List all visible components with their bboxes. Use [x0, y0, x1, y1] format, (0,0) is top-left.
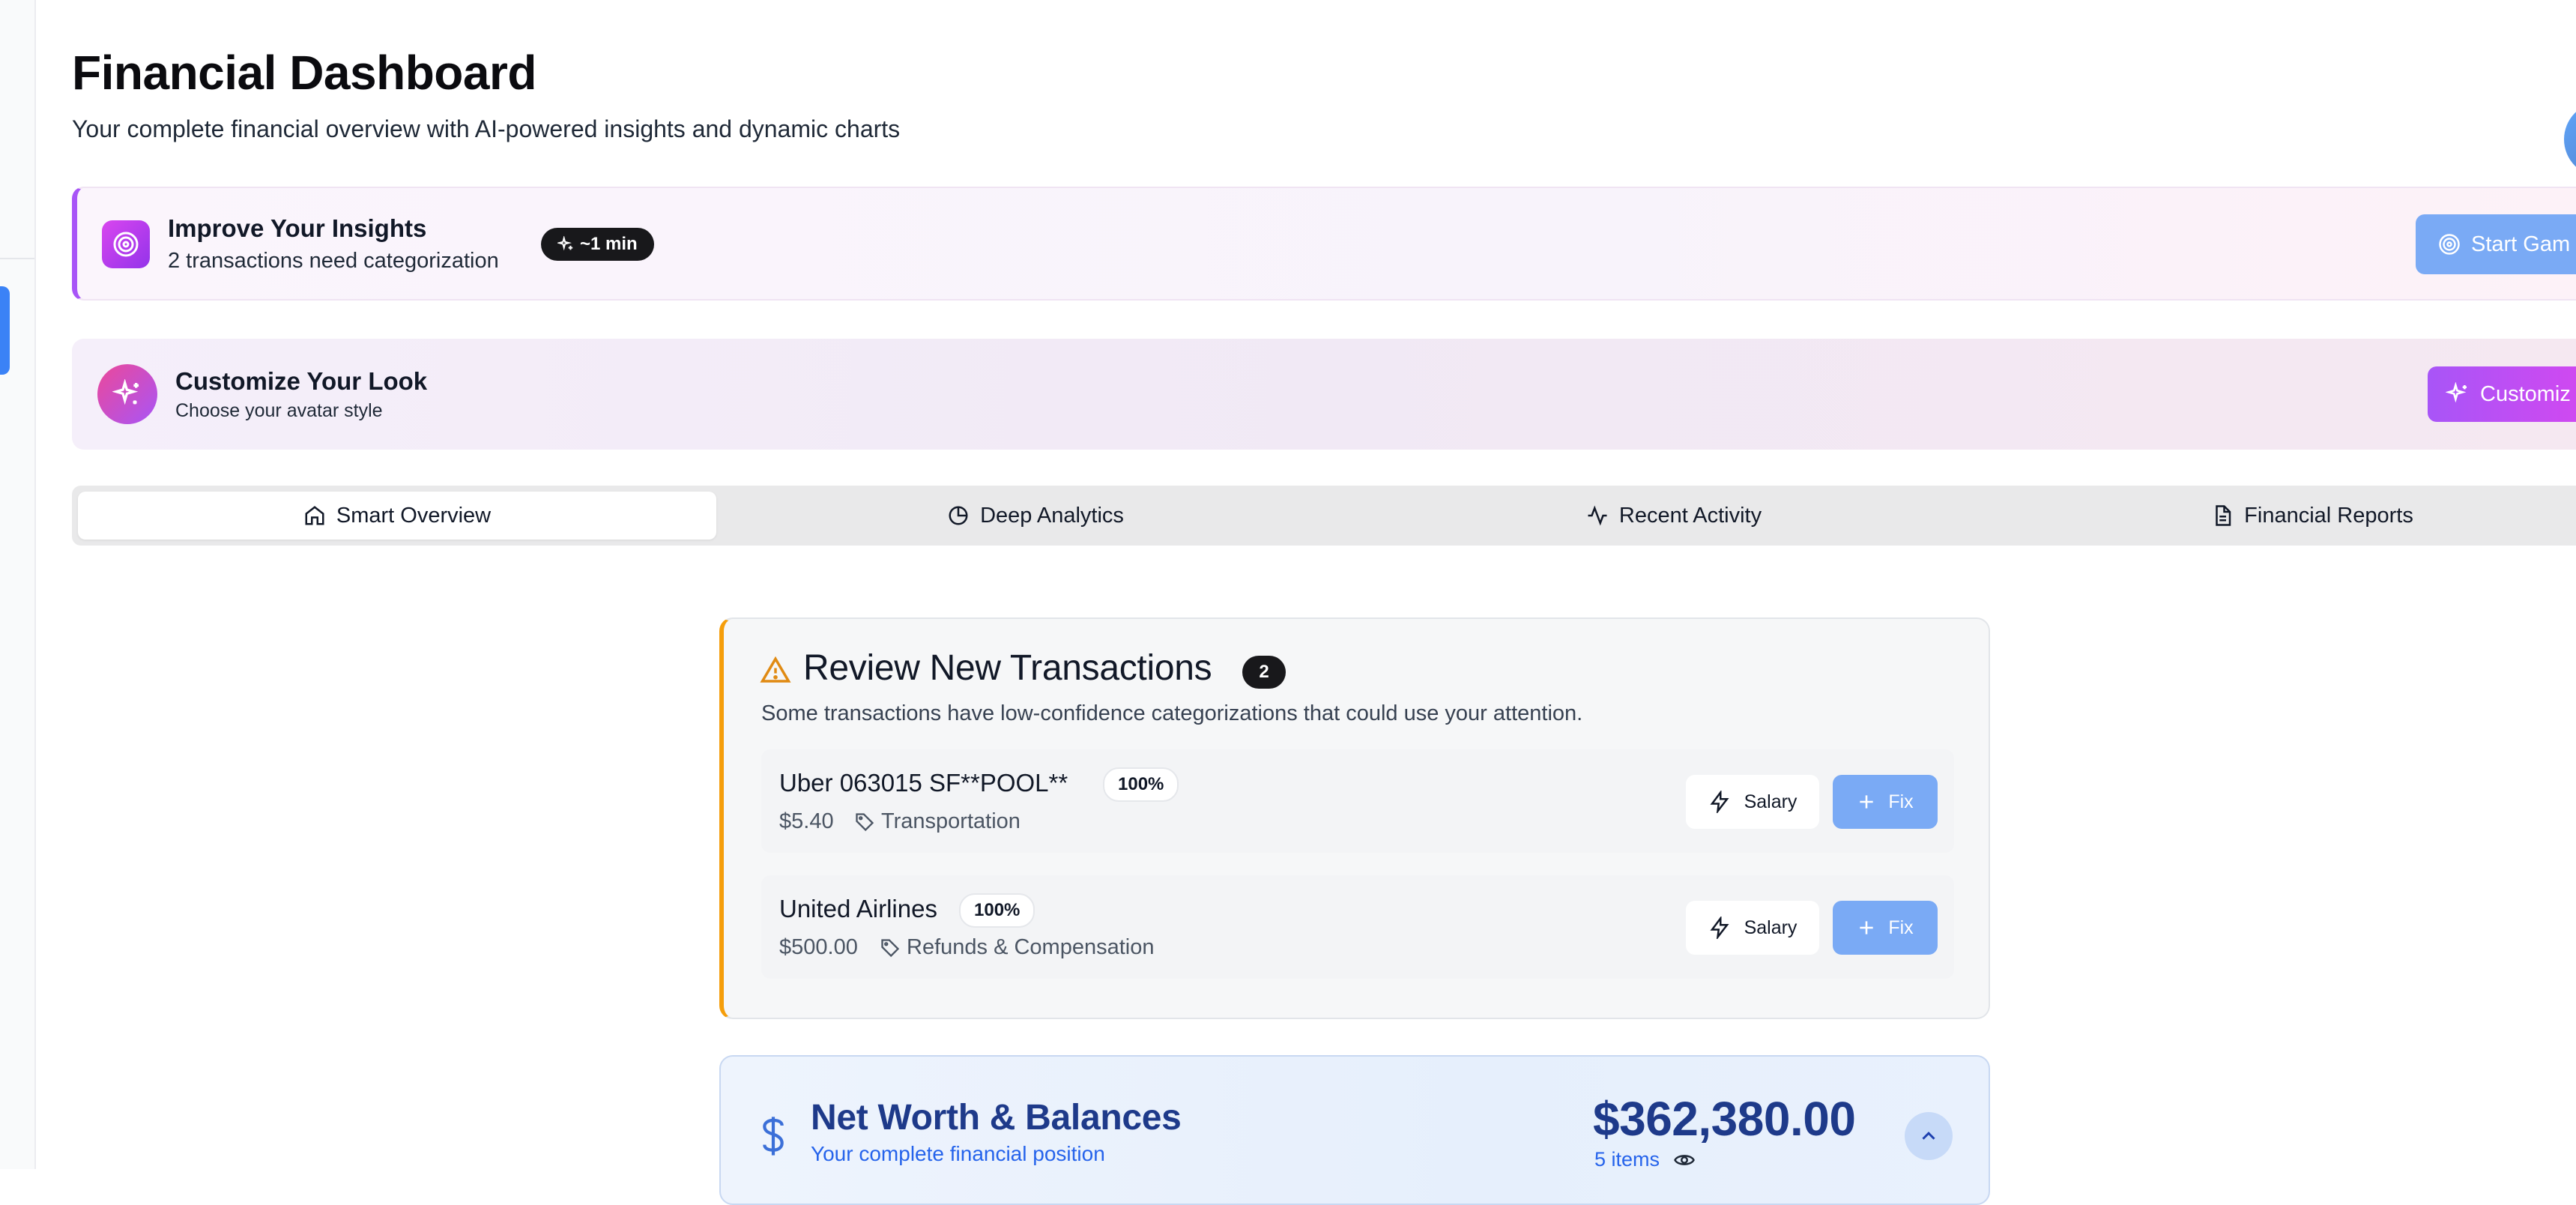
- dollar-icon: [758, 1115, 788, 1167]
- transaction-name: Uber 063015 SF**POOL**: [779, 769, 1068, 797]
- customize-subtitle: Choose your avatar style: [175, 400, 383, 421]
- plus-icon: [1860, 795, 1873, 809]
- lightning-icon: [1710, 791, 1729, 813]
- sparkles-icon: [557, 236, 573, 251]
- fix-label: Fix: [1888, 916, 1914, 938]
- tab-recent-activity[interactable]: Recent Activity: [1355, 492, 1993, 540]
- net-worth-items: 5 items: [1594, 1148, 1696, 1171]
- customize-banner: [72, 339, 2576, 450]
- review-title: Review New Transactions: [803, 648, 1212, 688]
- suggest-category-button[interactable]: Salary: [1686, 901, 1819, 955]
- transaction-name: United Airlines: [779, 895, 937, 922]
- sidebar-active-item[interactable]: [0, 286, 10, 375]
- sparkles-icon: [2446, 382, 2467, 403]
- target-icon: [2439, 234, 2460, 255]
- tag-icon: [881, 938, 900, 957]
- transaction-row: Uber 063015 SF**POOL** 100% $5.40 Transp…: [761, 749, 1954, 853]
- net-worth-title: Net Worth & Balances: [811, 1098, 1182, 1138]
- review-description: Some transactions have low-confidence ca…: [761, 701, 1583, 725]
- tab-label: Smart Overview: [336, 503, 492, 528]
- fix-button[interactable]: Fix: [1833, 775, 1938, 829]
- insights-banner: [72, 187, 2576, 301]
- confidence-badge: 100%: [959, 893, 1035, 928]
- tab-smart-overview[interactable]: Smart Overview: [78, 492, 716, 540]
- net-worth-subtitle: Your complete financial position: [811, 1142, 1105, 1165]
- tab-label: Financial Reports: [2244, 503, 2413, 528]
- pie-chart-icon: [949, 506, 968, 525]
- sidebar-divider: [0, 258, 34, 259]
- confidence-badge: 100%: [1103, 767, 1179, 802]
- transaction-amount: $500.00: [779, 935, 858, 959]
- activity-icon: [1588, 505, 1607, 526]
- insights-subtitle: 2 transactions need categorization: [168, 249, 499, 273]
- sparkles-icon: [97, 364, 157, 424]
- category-label: Refunds & Compensation: [907, 935, 1155, 959]
- time-estimate-label: ~1 min: [580, 234, 638, 254]
- target-icon: [102, 220, 150, 268]
- insights-title: Improve Your Insights: [168, 214, 427, 242]
- customize-label: Customiz: [2480, 381, 2571, 406]
- transaction-category: Refunds & Compensation: [880, 935, 1154, 960]
- start-game-button[interactable]: Start Gam: [2416, 214, 2576, 274]
- suggest-category-button[interactable]: Salary: [1686, 775, 1819, 829]
- page-subtitle: Your complete financial overview with AI…: [72, 115, 901, 142]
- tab-financial-reports[interactable]: Financial Reports: [1993, 492, 2576, 540]
- customize-button[interactable]: Customiz: [2428, 366, 2576, 422]
- warning-icon: [760, 655, 791, 690]
- tab-label: Deep Analytics: [980, 503, 1124, 528]
- suggest-label: Salary: [1744, 791, 1798, 812]
- start-game-label: Start Gam: [2471, 232, 2571, 256]
- net-worth-amount: $362,380.00: [1593, 1092, 1856, 1146]
- time-estimate-badge: ~1 min: [541, 228, 654, 261]
- tab-label: Recent Activity: [1618, 503, 1762, 528]
- transaction-row: United Airlines 100% $500.00 Refunds & C…: [761, 875, 1954, 979]
- tab-deep-analytics[interactable]: Deep Analytics: [716, 492, 1355, 540]
- home-icon: [305, 506, 324, 525]
- transaction-amount: $5.40: [779, 809, 834, 833]
- fix-label: Fix: [1888, 791, 1914, 812]
- tag-icon: [856, 812, 874, 831]
- lightning-icon: [1710, 916, 1729, 939]
- tab-bar: Smart Overview Deep Analytics Recent Act…: [72, 486, 2576, 546]
- transaction-category: Transportation: [854, 809, 1021, 834]
- review-count-badge: 2: [1242, 656, 1286, 689]
- chevron-up-icon: [1922, 1132, 1935, 1140]
- fix-button[interactable]: Fix: [1833, 901, 1938, 955]
- customize-title: Customize Your Look: [175, 367, 428, 395]
- document-icon: [2216, 505, 2231, 526]
- eye-icon[interactable]: [1673, 1149, 1696, 1171]
- avatar[interactable]: [2564, 102, 2576, 177]
- page-title: Financial Dashboard: [72, 46, 536, 100]
- sidebar: [0, 0, 36, 1169]
- suggest-label: Salary: [1744, 916, 1798, 938]
- items-count: 5 items: [1594, 1148, 1660, 1171]
- category-label: Transportation: [881, 809, 1021, 833]
- collapse-button[interactable]: [1905, 1112, 1953, 1160]
- plus-icon: [1860, 921, 1873, 934]
